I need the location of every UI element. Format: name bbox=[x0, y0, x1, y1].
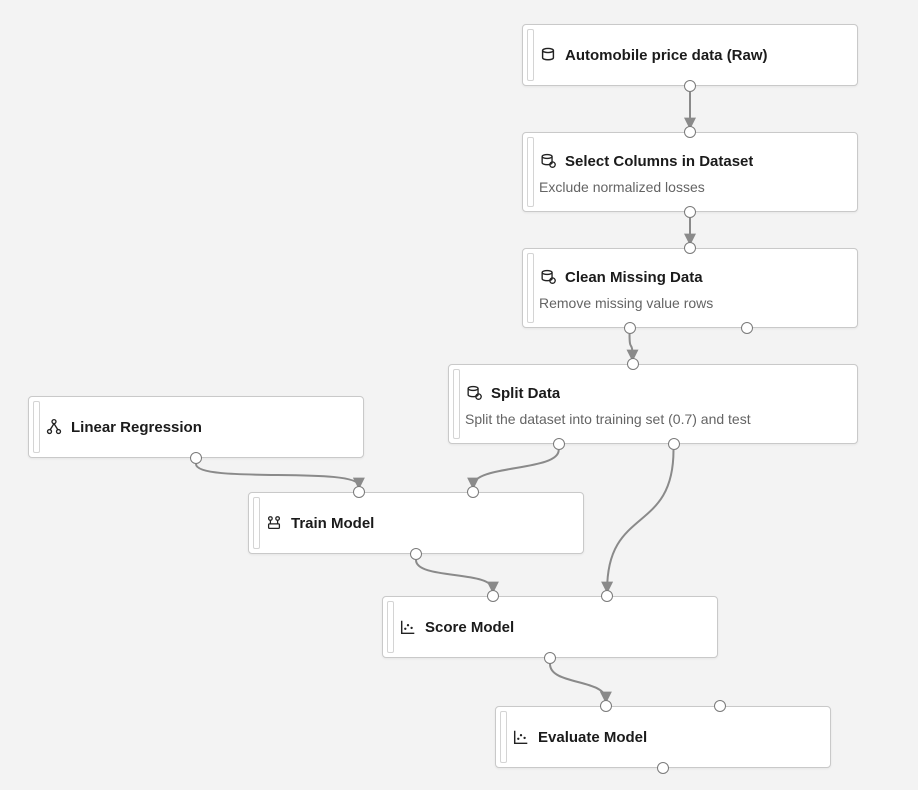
node-content: Linear Regression bbox=[45, 397, 353, 457]
node-content: Train Model bbox=[265, 493, 573, 553]
port[interactable] bbox=[714, 700, 726, 712]
node-content: Select Columns in Dataset Exclude normal… bbox=[539, 133, 847, 211]
node-clean-missing-data[interactable]: Clean Missing Data Remove missing value … bbox=[522, 248, 858, 328]
node-title: Split Data bbox=[491, 385, 560, 402]
connector[interactable] bbox=[473, 450, 559, 486]
node-title: Linear Regression bbox=[71, 419, 202, 436]
port[interactable] bbox=[467, 486, 479, 498]
node-handle[interactable] bbox=[387, 601, 394, 653]
connector[interactable] bbox=[416, 560, 493, 590]
port[interactable] bbox=[624, 322, 636, 334]
port[interactable] bbox=[684, 206, 696, 218]
database-gear-icon bbox=[465, 384, 483, 402]
node-title: Clean Missing Data bbox=[565, 269, 703, 286]
connector[interactable] bbox=[196, 464, 359, 486]
port[interactable] bbox=[627, 358, 639, 370]
node-title: Automobile price data (Raw) bbox=[565, 47, 768, 64]
database-gear-icon bbox=[539, 268, 557, 286]
port[interactable] bbox=[553, 438, 565, 450]
connector[interactable] bbox=[550, 664, 606, 700]
port[interactable] bbox=[544, 652, 556, 664]
node-content: Automobile price data (Raw) bbox=[539, 25, 847, 85]
node-evaluate-model[interactable]: Evaluate Model bbox=[495, 706, 831, 768]
node-content: Evaluate Model bbox=[512, 707, 820, 767]
node-score-model[interactable]: Score Model bbox=[382, 596, 718, 658]
port[interactable] bbox=[190, 452, 202, 464]
database-icon bbox=[539, 46, 557, 64]
node-title: Train Model bbox=[291, 515, 374, 532]
port[interactable] bbox=[684, 126, 696, 138]
scatter-icon bbox=[399, 618, 417, 636]
scatter-icon bbox=[512, 728, 530, 746]
port[interactable] bbox=[668, 438, 680, 450]
port[interactable] bbox=[410, 548, 422, 560]
node-handle[interactable] bbox=[527, 253, 534, 323]
model-icon bbox=[45, 418, 63, 436]
node-description: Split the dataset into training set (0.7… bbox=[465, 411, 847, 427]
node-linear-regression[interactable]: Linear Regression bbox=[28, 396, 364, 458]
train-icon bbox=[265, 514, 283, 532]
port[interactable] bbox=[684, 80, 696, 92]
node-select-columns[interactable]: Select Columns in Dataset Exclude normal… bbox=[522, 132, 858, 212]
node-train-model[interactable]: Train Model bbox=[248, 492, 584, 554]
connector[interactable] bbox=[607, 450, 673, 590]
node-handle[interactable] bbox=[527, 29, 534, 81]
port[interactable] bbox=[601, 590, 613, 602]
node-description: Remove missing value rows bbox=[539, 295, 847, 311]
node-description: Exclude normalized losses bbox=[539, 179, 847, 195]
node-content: Clean Missing Data Remove missing value … bbox=[539, 249, 847, 327]
port[interactable] bbox=[657, 762, 669, 774]
pipeline-canvas[interactable]: Automobile price data (Raw) Select Colum… bbox=[0, 0, 918, 790]
node-handle[interactable] bbox=[500, 711, 507, 763]
port[interactable] bbox=[353, 486, 365, 498]
port[interactable] bbox=[600, 700, 612, 712]
node-content: Score Model bbox=[399, 597, 707, 657]
node-handle[interactable] bbox=[33, 401, 40, 453]
connector[interactable] bbox=[630, 334, 633, 358]
node-handle[interactable] bbox=[527, 137, 534, 207]
node-handle[interactable] bbox=[253, 497, 260, 549]
database-gear-icon bbox=[539, 152, 557, 170]
node-title: Score Model bbox=[425, 619, 514, 636]
port[interactable] bbox=[487, 590, 499, 602]
node-split-data[interactable]: Split Data Split the dataset into traini… bbox=[448, 364, 858, 444]
port[interactable] bbox=[741, 322, 753, 334]
node-content: Split Data Split the dataset into traini… bbox=[465, 365, 847, 443]
node-automobile-price-data[interactable]: Automobile price data (Raw) bbox=[522, 24, 858, 86]
port[interactable] bbox=[684, 242, 696, 254]
node-handle[interactable] bbox=[453, 369, 460, 439]
node-title: Select Columns in Dataset bbox=[565, 153, 753, 170]
node-title: Evaluate Model bbox=[538, 729, 647, 746]
